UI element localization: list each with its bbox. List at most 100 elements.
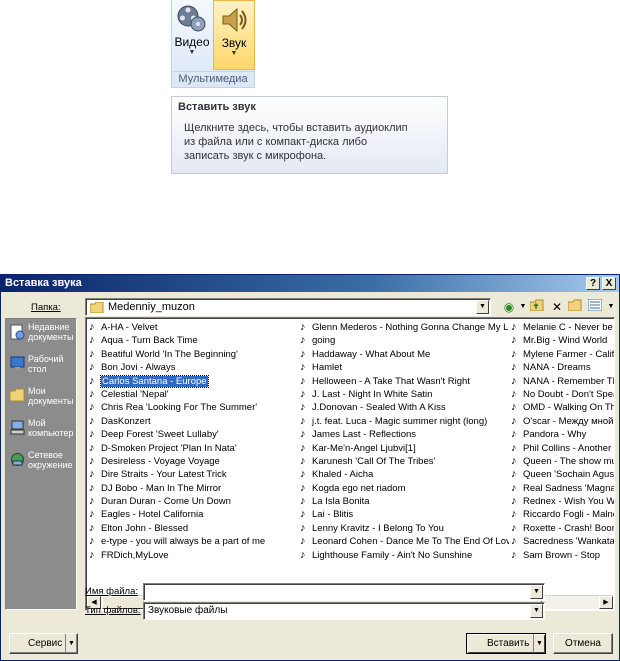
file-list-item[interactable]: ♪ No Doubt - Don't Speak bbox=[510, 387, 614, 401]
file-list-item[interactable]: ♪ Eagles - Hotel California bbox=[88, 508, 298, 521]
delete-icon[interactable]: ✕ bbox=[548, 299, 566, 315]
file-list-item[interactable]: ♪ Bon Jovi - Always bbox=[88, 361, 298, 374]
file-list-item[interactable]: ♪ A-HA - Velvet bbox=[88, 321, 298, 334]
video-button[interactable]: Видео ▼ bbox=[172, 0, 212, 70]
file-list-item[interactable]: ♪ J. Last - Night In White Satin bbox=[299, 388, 509, 401]
file-list-item[interactable]: ♪ Lenny Kravitz - I Belong To You bbox=[299, 522, 509, 535]
place-my-computer[interactable]: Мой компьютер bbox=[6, 418, 76, 447]
file-list-item[interactable]: ♪ DasKonzert bbox=[88, 415, 298, 428]
place-my-documents[interactable]: Мои документы bbox=[6, 386, 76, 415]
audio-file-icon: ♪ bbox=[511, 387, 517, 400]
file-list-item[interactable]: ♪ D-Smoken Project 'Plan In Nata' bbox=[88, 442, 298, 455]
file-list-item[interactable]: ♪ Pandora - Why bbox=[510, 428, 614, 441]
file-name: Carlos Santana - Europe bbox=[100, 374, 209, 388]
file-name-input[interactable]: ▼ bbox=[143, 583, 545, 601]
scroll-right-icon[interactable]: ▶ bbox=[599, 596, 613, 609]
file-list-item[interactable]: ♪ Mr.Big - Wind World bbox=[510, 334, 614, 347]
audio-file-icon: ♪ bbox=[89, 374, 95, 387]
file-list-item[interactable]: ♪ Deep Forest 'Sweet Lullaby' bbox=[88, 428, 298, 441]
up-folder-icon[interactable] bbox=[528, 299, 546, 315]
insert-button[interactable]: Вставить ▼ bbox=[466, 633, 546, 654]
file-list-item[interactable]: ♪ Beatiful World 'In The Beginning' bbox=[88, 348, 298, 361]
place-recent-documents[interactable]: Недавние документы bbox=[6, 322, 76, 351]
file-list[interactable]: ♪ A-HA - Velvet ♪ Aqua - Turn Back Time ♪ Bea… bbox=[85, 317, 615, 611]
place-network[interactable]: Сетевое окружение bbox=[6, 450, 76, 479]
file-list-item[interactable]: ♪ Queen - The show mus bbox=[510, 455, 614, 468]
file-list-item[interactable]: ♪ Desireless - Voyage Voyage bbox=[88, 455, 298, 468]
file-list-item[interactable]: ♪ Real Sadness 'Magna C bbox=[510, 482, 614, 495]
file-list-item[interactable]: ♪ OMD - Walking On The bbox=[510, 401, 614, 414]
file-list-item[interactable]: ♪ Lighthouse Family - Ain't No Sunshine bbox=[299, 549, 509, 562]
file-list-item[interactable]: ♪ Celestial 'Nepal' bbox=[88, 388, 298, 401]
file-list-item[interactable]: ♪ Haddaway - What About Me bbox=[299, 348, 509, 361]
cancel-button[interactable]: Отмена bbox=[553, 633, 613, 654]
file-list-item[interactable]: ♪ Karunesh 'Call Of The Tribes' bbox=[299, 455, 509, 468]
file-list-item[interactable]: ♪ Dire Straits - Your Latest Trick bbox=[88, 468, 298, 481]
file-list-item[interactable]: ♪ J.Donovan - Sealed With A Kiss bbox=[299, 401, 509, 414]
audio-file-icon: ♪ bbox=[89, 414, 95, 427]
chevron-down-icon[interactable]: ▼ bbox=[476, 300, 489, 314]
dialog-titlebar[interactable]: Вставка звука ? X bbox=[1, 275, 619, 292]
file-name: Mr.Big - Wind World bbox=[523, 335, 608, 347]
file-list-item[interactable]: ♪ James Last - Reflections bbox=[299, 428, 509, 441]
file-list-item[interactable]: ♪ Phil Collins - Another Da bbox=[510, 442, 614, 455]
file-name: Chris Rea 'Looking For The Summer' bbox=[101, 402, 258, 414]
file-list-item[interactable]: ♪ NANA - Dreams bbox=[510, 361, 614, 374]
file-type-select[interactable]: Звуковые файлы ▼ bbox=[143, 602, 545, 620]
file-list-item[interactable]: ♪ Mylene Farmer - Califor bbox=[510, 348, 614, 361]
chevron-down-icon[interactable]: ▼ bbox=[533, 634, 545, 653]
chevron-down-icon[interactable]: ▼ bbox=[602, 299, 620, 315]
file-list-item[interactable]: ♪ Lai - Blitis bbox=[299, 508, 509, 521]
file-list-item[interactable]: ♪ Sacredness 'Wankatak bbox=[510, 535, 614, 548]
file-list-item[interactable]: ♪ Kogda ego net riadom bbox=[299, 482, 509, 495]
file-list-item[interactable]: ♪ Sam Brown - Stop bbox=[510, 549, 614, 562]
file-list-item[interactable]: ♪ FRDich,MyLove bbox=[88, 549, 298, 562]
look-in-label: Папка: bbox=[31, 302, 61, 313]
file-name: La Isla Bonita bbox=[312, 496, 370, 508]
audio-file-icon: ♪ bbox=[511, 508, 517, 521]
file-list-item[interactable]: ♪ Aqua - Turn Back Time bbox=[88, 334, 298, 347]
file-list-item[interactable]: ♪ Hamlet bbox=[299, 361, 509, 374]
sound-tooltip: Вставить звук Щелкните здесь, чтобы вста… bbox=[171, 96, 448, 174]
file-list-item[interactable]: ♪ Chris Rea 'Looking For The Summer' bbox=[88, 401, 298, 414]
audio-file-icon: ♪ bbox=[300, 508, 306, 521]
file-list-item[interactable]: ♪ Roxette - Crash! Boom bbox=[510, 522, 614, 535]
file-list-item[interactable]: ♪ Rednex - Wish You We bbox=[510, 495, 614, 508]
file-list-item[interactable]: ♪ Kar-Me'n-Angel Ljubvi[1] bbox=[299, 442, 509, 455]
chevron-down-icon[interactable]: ▼ bbox=[530, 585, 543, 599]
file-list-item[interactable]: ♪ Helloween - A Take That Wasn't Right bbox=[299, 375, 509, 388]
file-name: Lai - Blitis bbox=[312, 509, 354, 521]
file-list-item[interactable]: ♪ Carlos Santana - Europe bbox=[88, 374, 298, 388]
file-list-item[interactable]: ♪ Duran Duran - Come Un Down bbox=[88, 495, 298, 508]
new-folder-icon[interactable] bbox=[566, 299, 584, 315]
file-list-item[interactable]: ♪ Leonard Cohen - Dance Me To The End Of … bbox=[299, 535, 509, 548]
service-button[interactable]: Сервис ▼ bbox=[9, 633, 78, 654]
chevron-down-icon[interactable]: ▼ bbox=[530, 604, 543, 618]
look-in-combo[interactable]: Medenniy_muzon ▼ bbox=[85, 298, 491, 316]
audio-file-icon: ♪ bbox=[300, 334, 306, 347]
file-name: Pandora - Why bbox=[523, 429, 587, 441]
look-in-value: Medenniy_muzon bbox=[108, 301, 195, 313]
file-list-item[interactable]: ♪ O'scar - Между мной и bbox=[510, 415, 614, 428]
file-list-item[interactable]: ♪ Khaled - Aicha bbox=[299, 468, 509, 481]
my-documents-icon bbox=[10, 388, 25, 402]
file-column: ♪ A-HA - Velvet ♪ Aqua - Turn Back Time ♪ Bea… bbox=[88, 321, 298, 562]
file-list-item[interactable]: ♪ La Isla Bonita bbox=[299, 495, 509, 508]
ribbon-group-label: Мультимедиа bbox=[172, 71, 254, 87]
chevron-down-icon[interactable]: ▼ bbox=[65, 634, 77, 653]
file-list-item[interactable]: ♪ Riccardo Fogli - Malnco bbox=[510, 508, 614, 521]
place-desktop[interactable]: Рабочий стол bbox=[6, 354, 76, 383]
help-button[interactable]: ? bbox=[586, 277, 600, 290]
file-list-item[interactable]: ♪ j.t. feat. Luca - Magic summer night (l… bbox=[299, 415, 509, 428]
file-list-item[interactable]: ♪ Melanie C - Never be t bbox=[510, 321, 614, 334]
close-button[interactable]: X bbox=[602, 277, 616, 290]
sound-button[interactable]: Звук ▼ bbox=[213, 0, 255, 70]
file-list-item[interactable]: ♪ NANA - Remember The bbox=[510, 375, 614, 388]
file-list-item[interactable]: ♪ DJ Bobo - Man In The Mirror bbox=[88, 482, 298, 495]
file-list-item[interactable]: ♪ e-type - you will always be a part of m… bbox=[88, 535, 298, 548]
file-list-item[interactable]: ♪ Glenn Mederos - Nothing Gonna Change My… bbox=[299, 321, 509, 334]
file-name: Lenny Kravitz - I Belong To You bbox=[312, 522, 444, 534]
file-list-item[interactable]: ♪ going bbox=[299, 334, 509, 347]
file-list-item[interactable]: ♪ Elton John - Blessed bbox=[88, 522, 298, 535]
file-list-item[interactable]: ♪ Queen 'Sochain Agus L bbox=[510, 468, 614, 481]
